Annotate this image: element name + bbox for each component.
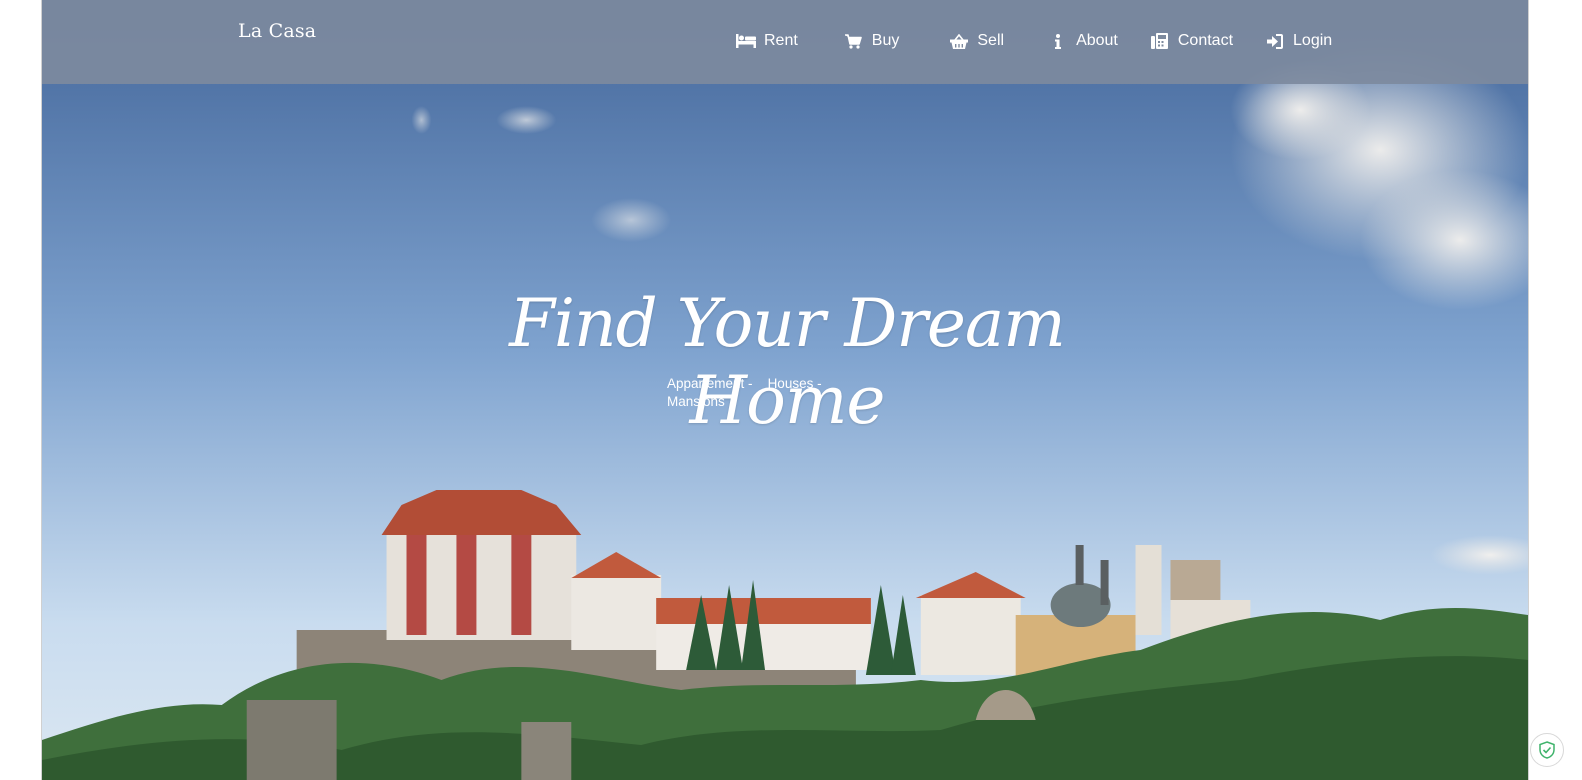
page: La Casa Rent Buy Sell About Contact Logi…	[41, 0, 1529, 780]
hero-headline: Find Your Dream Home	[509, 285, 1066, 439]
fax-icon	[1150, 33, 1170, 49]
nav-label-about: About	[1076, 32, 1118, 49]
nav-label-login: Login	[1293, 32, 1333, 49]
brand-logo[interactable]: La Casa	[238, 20, 316, 42]
nav-label-contact: Contact	[1177, 32, 1234, 49]
nav-item-sell[interactable]: Sell	[949, 32, 1004, 50]
subline-mansions: Mansions	[667, 394, 725, 409]
nav-menu: Rent Buy Sell About Contact Login	[736, 30, 1332, 52]
cart-icon	[844, 33, 864, 49]
nav-item-login[interactable]: Login	[1265, 32, 1332, 50]
subline-houses: Houses -	[767, 376, 822, 391]
nav-label-buy: Buy	[871, 32, 900, 49]
nav-label-rent: Rent	[764, 32, 798, 49]
basket-icon	[949, 33, 969, 49]
nav-item-rent[interactable]: Rent	[736, 32, 798, 50]
top-navbar: La Casa Rent Buy Sell About Contact Logi…	[42, 0, 1528, 84]
shield-check-icon[interactable]	[1530, 733, 1564, 767]
nav-label-sell: Sell	[977, 32, 1005, 49]
info-icon	[1048, 33, 1068, 49]
nav-item-about[interactable]: About	[1048, 32, 1118, 50]
nav-item-buy[interactable]: Buy	[844, 32, 900, 50]
sign-in-icon	[1265, 33, 1285, 49]
bed-icon	[736, 33, 756, 49]
hero-subline: Appartement - Houses - Mansions	[667, 375, 847, 411]
nav-item-contact[interactable]: Contact	[1150, 32, 1233, 50]
subline-appartement: Appartement -	[667, 376, 753, 391]
